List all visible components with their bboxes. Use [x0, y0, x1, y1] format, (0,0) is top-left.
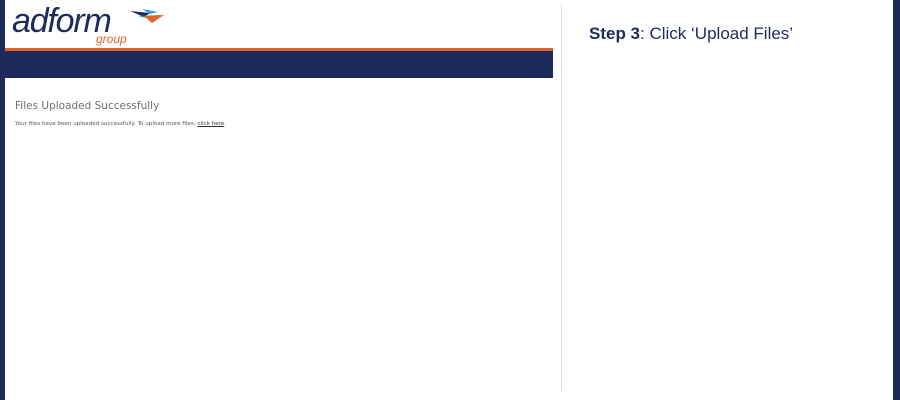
success-message-text: Your files have been uploaded successful… [15, 121, 198, 127]
logo-subtitle: group [96, 32, 127, 46]
adform-logo[interactable]: adform group [12, 2, 172, 48]
screenshot-pane: adform group Files Uploaded Successfully… [5, 0, 553, 400]
nav-bar [5, 51, 553, 78]
frame-right-border [893, 0, 900, 400]
success-title: Files Uploaded Successfully [15, 100, 160, 112]
step-instruction: Step 3: Click ‘Upload Files’ [589, 24, 793, 44]
step-label: Step 3 [589, 24, 641, 43]
step-text: : Click ‘Upload Files’ [640, 24, 794, 43]
click-here-link[interactable]: click here [197, 121, 224, 127]
success-message-trailing: . [224, 121, 227, 127]
success-message: Your files have been uploaded successful… [15, 121, 226, 127]
divider [561, 5, 562, 391]
adform-arrow-icon [130, 9, 164, 23]
